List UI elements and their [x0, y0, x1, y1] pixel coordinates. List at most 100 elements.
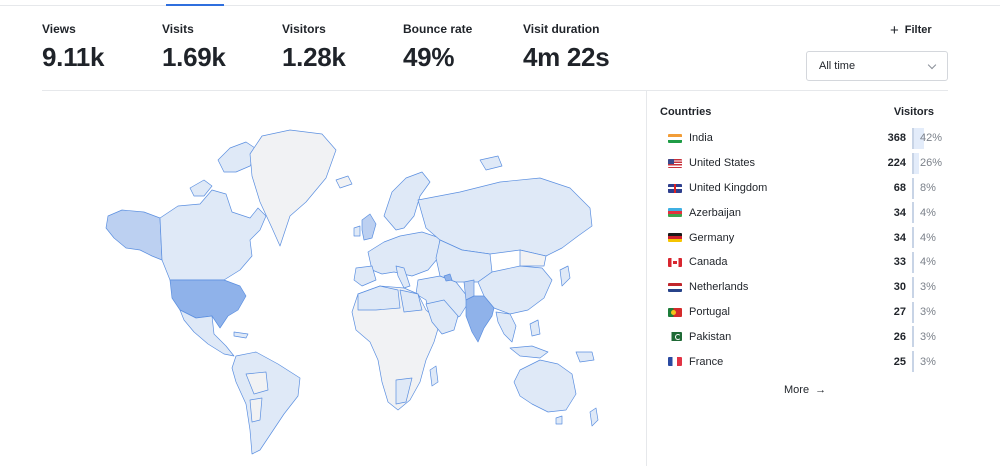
filter-label: Filter: [904, 24, 932, 36]
stat-label: Bounce rate: [403, 22, 473, 36]
flag-india-icon: [668, 134, 682, 143]
country-row[interactable]: Netherlands 30 3%: [660, 275, 950, 300]
stat-value: 1.69k: [162, 42, 226, 72]
visitor-count: 224: [887, 157, 906, 170]
visitor-count: 34: [893, 231, 906, 244]
stat-label: Visit duration: [523, 22, 600, 36]
visitor-percent: 3%: [920, 305, 936, 318]
map-region-southeast-asia: [495, 311, 517, 343]
country-name: United Kingdom: [689, 181, 768, 194]
country-row[interactable]: Pakistan 26 3%: [660, 324, 950, 349]
flag-portugal-icon: [668, 307, 682, 317]
share-bar-edge: [912, 227, 914, 249]
chevron-down-icon: [927, 60, 937, 69]
map-region-iberia: [353, 265, 377, 287]
flag-netherlands-icon: [668, 282, 682, 292]
country-name: Canada: [689, 256, 728, 269]
country-name: Germany: [689, 231, 735, 244]
visitors-column-label: Visitors: [893, 106, 934, 118]
stat-value: 1.28k: [282, 42, 346, 72]
visitor-percent: 3%: [920, 330, 936, 343]
stat-visitors[interactable]: Visitors 1.28k: [282, 22, 400, 73]
stat-label: Views: [42, 22, 76, 36]
arrow-right-icon: →: [815, 384, 827, 396]
visitor-count: 368: [887, 132, 906, 145]
divider: [42, 90, 948, 91]
divider: [646, 91, 647, 466]
country-row[interactable]: Azerbaijan 34 4%: [660, 200, 950, 225]
map-region-australia: [513, 359, 577, 413]
country-row[interactable]: Portugal 27 3%: [660, 300, 950, 325]
countries-header: Countries Visitors: [660, 106, 950, 124]
stat-views[interactable]: Views 9.11k: [42, 22, 160, 73]
more-label: More: [784, 384, 810, 396]
date-range-select[interactable]: All time: [806, 51, 948, 81]
more-link[interactable]: More →: [784, 384, 826, 396]
country-name: Netherlands: [689, 281, 749, 294]
share-bar-edge: [912, 128, 914, 149]
flag-germany-icon: [668, 233, 682, 243]
filter-button[interactable]: + Filter: [890, 20, 932, 40]
country-row[interactable]: Germany 34 4%: [660, 225, 950, 250]
map-region-south-america: [231, 351, 301, 455]
country-name: Pakistan: [689, 330, 732, 343]
visitor-count: 25: [893, 355, 906, 368]
active-tab-indicator: [166, 4, 224, 6]
date-range-value: All time: [819, 60, 856, 72]
map-region-japan: [559, 265, 571, 287]
country-row[interactable]: India 368 42%: [660, 126, 950, 151]
country-name: Azerbaijan: [689, 206, 741, 219]
visitor-count: 27: [893, 305, 906, 318]
countries-heading: Countries: [660, 106, 712, 118]
visitor-percent: 8%: [920, 181, 936, 194]
flag-united-states-icon: [668, 158, 682, 168]
visitor-count: 34: [893, 206, 906, 219]
visitor-count: 30: [893, 281, 906, 294]
country-row[interactable]: Canada 33 4%: [660, 250, 950, 275]
top-tab-bar: [0, 0, 1000, 6]
visitor-percent: 4%: [920, 256, 936, 269]
country-row[interactable]: France 25 3%: [660, 349, 950, 374]
map-region-canada: [159, 189, 267, 281]
country-row[interactable]: United Kingdom 68 8%: [660, 176, 950, 201]
flag-canada-icon: [668, 257, 682, 267]
stat-label: Visits: [162, 22, 194, 36]
plus-icon: +: [890, 21, 899, 39]
share-bar-edge: [912, 301, 914, 323]
visitor-percent: 4%: [920, 231, 936, 244]
map-region-united-kingdom: [361, 213, 377, 241]
country-row[interactable]: United States 224 26%: [660, 151, 950, 176]
share-bar-edge: [912, 177, 914, 199]
flag-france-icon: [668, 357, 682, 367]
flag-pakistan-icon: [668, 332, 682, 342]
map-region-greenland: [249, 129, 337, 247]
flag-azerbaijan-icon: [668, 208, 682, 218]
visitor-count: 33: [893, 256, 906, 269]
map-region-india: [465, 295, 495, 343]
map-region-alaska: [105, 209, 163, 261]
visitor-percent: 26%: [920, 157, 943, 170]
stat-bounce-rate[interactable]: Bounce rate 49%: [403, 22, 521, 73]
world-map[interactable]: [100, 120, 610, 460]
visitor-count: 26: [893, 330, 906, 343]
country-name: Portugal: [689, 305, 730, 318]
stat-value: 49%: [403, 42, 455, 72]
share-bar-edge: [912, 202, 914, 224]
flag-united-kingdom-icon: [668, 183, 682, 193]
share-bar-edge: [912, 251, 914, 273]
country-name: India: [689, 132, 713, 145]
stat-value: 9.11k: [42, 42, 105, 72]
stat-visits[interactable]: Visits 1.69k: [162, 22, 280, 73]
country-name: France: [689, 355, 724, 368]
visitor-percent: 42%: [920, 132, 943, 145]
share-bar-edge: [912, 326, 914, 348]
countries-panel: Countries Visitors India 368 42% United Sta…: [660, 106, 950, 374]
share-bar-edge: [912, 351, 914, 373]
stat-visit-duration[interactable]: Visit duration 4m 22s: [523, 22, 663, 73]
visitor-percent: 4%: [920, 206, 936, 219]
map-region-new-zealand: [589, 407, 599, 427]
share-bar-edge: [912, 152, 914, 174]
countries-list: India 368 42% United States 224 26% United Kin…: [660, 126, 950, 374]
stat-label: Visitors: [282, 22, 326, 36]
stat-value: 4m 22s: [523, 42, 610, 72]
